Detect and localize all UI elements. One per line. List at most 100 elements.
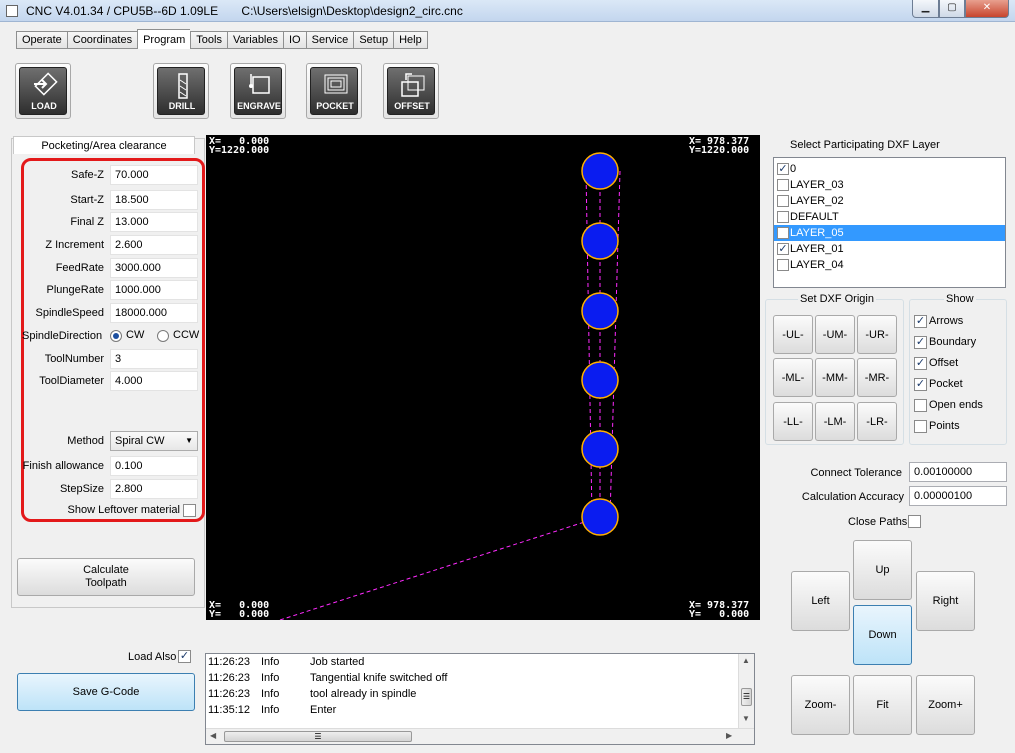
- scroll-right-icon[interactable]: ▶: [726, 731, 732, 740]
- coord-top-right: X= 978.377 Y=1220.000: [689, 136, 750, 156]
- scroll-thumb[interactable]: ☰: [741, 688, 752, 706]
- load-also-checkbox[interactable]: ✓: [178, 650, 191, 663]
- toolpath-drawing: [279, 152, 621, 620]
- tool-diameter-input[interactable]: 4.000: [110, 371, 198, 391]
- window-title: CNC V4.01.34 / CPU5B--6D 1.09LE C:\Users…: [26, 4, 463, 18]
- layer-checkbox[interactable]: [777, 211, 789, 223]
- h-scroll-thumb[interactable]: ☰: [224, 731, 412, 742]
- tab-service[interactable]: Service: [305, 31, 354, 49]
- pan-left-button[interactable]: Left: [791, 571, 850, 631]
- calculate-toolpath-button[interactable]: Calculate Toolpath: [17, 558, 195, 596]
- origin-um-button[interactable]: -UM-: [815, 315, 855, 354]
- fit-button[interactable]: Fit: [853, 675, 912, 735]
- layer-item[interactable]: LAYER_02: [774, 193, 1005, 209]
- connect-tolerance-input[interactable]: 0.00100000: [909, 462, 1007, 482]
- start-z-input[interactable]: 18.500: [110, 190, 198, 210]
- layer-name: LAYER_05: [790, 227, 844, 239]
- show-offset-checkbox[interactable]: ✓: [914, 357, 927, 370]
- tab-variables[interactable]: Variables: [226, 31, 283, 49]
- origin-lr-button[interactable]: -LR-: [857, 402, 897, 441]
- scroll-left-icon[interactable]: ◀: [210, 731, 216, 740]
- finish-allowance-input[interactable]: 0.100: [110, 456, 198, 476]
- pan-right-button[interactable]: Right: [916, 571, 975, 631]
- tab-setup[interactable]: Setup: [353, 31, 394, 49]
- method-label: Method: [67, 435, 104, 447]
- layer-name: LAYER_03: [790, 179, 844, 191]
- finish-allowance-label: Finish allowance: [22, 460, 104, 472]
- toolpath-canvas[interactable]: X= 0.000 Y=1220.000 X= 978.377 Y=1220.00…: [206, 135, 760, 620]
- origin-ll-button[interactable]: -LL-: [773, 402, 813, 441]
- tab-program[interactable]: Program: [137, 29, 191, 49]
- pocket-button[interactable]: POCKET: [306, 63, 362, 119]
- pan-down-button[interactable]: Down: [853, 605, 912, 665]
- coord-top-left: X= 0.000 Y=1220.000: [209, 136, 270, 156]
- leftover-checkbox[interactable]: [183, 504, 196, 517]
- scroll-up-icon[interactable]: ▲: [742, 656, 750, 665]
- calc-accuracy-input[interactable]: 0.00000100: [909, 486, 1007, 506]
- engrave-button[interactable]: ENGRAVE: [230, 63, 286, 119]
- layer-item[interactable]: LAYER_05: [774, 225, 1005, 241]
- layer-name: DEFAULT: [790, 211, 839, 223]
- layer-item[interactable]: ✓ LAYER_01: [774, 241, 1005, 257]
- message-log[interactable]: 11:26:23 Info Job started 11:26:23 Info …: [205, 653, 755, 745]
- show-boundary-checkbox[interactable]: ✓: [914, 336, 927, 349]
- layer-checkbox[interactable]: [777, 179, 789, 191]
- layer-item[interactable]: DEFAULT: [774, 209, 1005, 225]
- show-points-checkbox[interactable]: [914, 420, 927, 433]
- scroll-down-icon[interactable]: ▼: [742, 714, 750, 723]
- method-select[interactable]: Spiral CW ▼: [110, 431, 198, 451]
- plungerate-input[interactable]: 1000.000: [110, 280, 198, 300]
- minimize-button[interactable]: ▁: [912, 0, 939, 18]
- tab-tools[interactable]: Tools: [190, 31, 227, 49]
- offset-label: OFFSET: [394, 101, 430, 111]
- offset-button[interactable]: OFFSET: [383, 63, 439, 119]
- layer-name: LAYER_02: [790, 195, 844, 207]
- drill-label: DRILL: [168, 101, 196, 111]
- show-pocket-checkbox[interactable]: ✓: [914, 378, 927, 391]
- maximize-button[interactable]: ▢: [939, 0, 965, 18]
- pocket-panel-title: Pocketing/Area clearance: [13, 136, 195, 154]
- layer-checkbox[interactable]: [777, 195, 789, 207]
- origin-mr-button[interactable]: -MR-: [857, 358, 897, 397]
- log-vertical-scrollbar[interactable]: ▲ ☰ ▼: [738, 654, 754, 728]
- layer-item[interactable]: LAYER_04: [774, 257, 1005, 273]
- tab-coordinates[interactable]: Coordinates: [66, 31, 138, 49]
- safe-z-input[interactable]: 70.000: [110, 165, 198, 185]
- stepsize-input[interactable]: 2.800: [110, 479, 198, 499]
- drill-button[interactable]: DRILL: [153, 63, 209, 119]
- layer-checkbox[interactable]: ✓: [777, 163, 789, 175]
- final-z-input[interactable]: 13.000: [110, 212, 198, 232]
- spindlespeed-input[interactable]: 18000.000: [110, 303, 198, 323]
- pan-up-button[interactable]: Up: [853, 540, 912, 600]
- tool-number-input[interactable]: 3: [110, 349, 198, 369]
- show-open-ends-checkbox[interactable]: [914, 399, 927, 412]
- tab-help[interactable]: Help: [393, 31, 428, 49]
- layer-checkbox[interactable]: [777, 259, 789, 271]
- origin-ur-button[interactable]: -UR-: [857, 315, 897, 354]
- stepsize-label: StepSize: [59, 483, 104, 495]
- tab-operate[interactable]: Operate: [16, 31, 67, 49]
- origin-mm-button[interactable]: -MM-: [815, 358, 855, 397]
- close-button[interactable]: ✕: [965, 0, 1009, 18]
- origin-ml-button[interactable]: -ML-: [773, 358, 813, 397]
- layer-item[interactable]: LAYER_03: [774, 177, 1005, 193]
- origin-lm-button[interactable]: -LM-: [815, 402, 855, 441]
- ccw-radio[interactable]: [157, 330, 169, 342]
- layer-checkbox[interactable]: ✓: [777, 243, 789, 255]
- log-horizontal-scrollbar[interactable]: ◀ ☰ ▶: [206, 728, 754, 744]
- show-arrows-checkbox[interactable]: ✓: [914, 315, 927, 328]
- cw-radio[interactable]: [110, 330, 122, 342]
- zoom-in-button[interactable]: Zoom+: [916, 675, 975, 735]
- log-message: tool already in spindle: [310, 688, 417, 700]
- calc-accuracy-label: Calculation Accuracy: [801, 491, 904, 503]
- layer-checkbox[interactable]: [777, 227, 789, 239]
- z-increment-input[interactable]: 2.600: [110, 235, 198, 255]
- zoom-out-button[interactable]: Zoom-: [791, 675, 850, 735]
- origin-ul-button[interactable]: -UL-: [773, 315, 813, 354]
- layer-item[interactable]: ✓ 0: [774, 161, 1005, 177]
- feedrate-input[interactable]: 3000.000: [110, 258, 198, 278]
- save-gcode-button[interactable]: Save G-Code: [17, 673, 195, 711]
- load-button[interactable]: LOAD: [15, 63, 71, 119]
- tab-io[interactable]: IO: [283, 31, 306, 49]
- close-paths-checkbox[interactable]: [908, 515, 921, 528]
